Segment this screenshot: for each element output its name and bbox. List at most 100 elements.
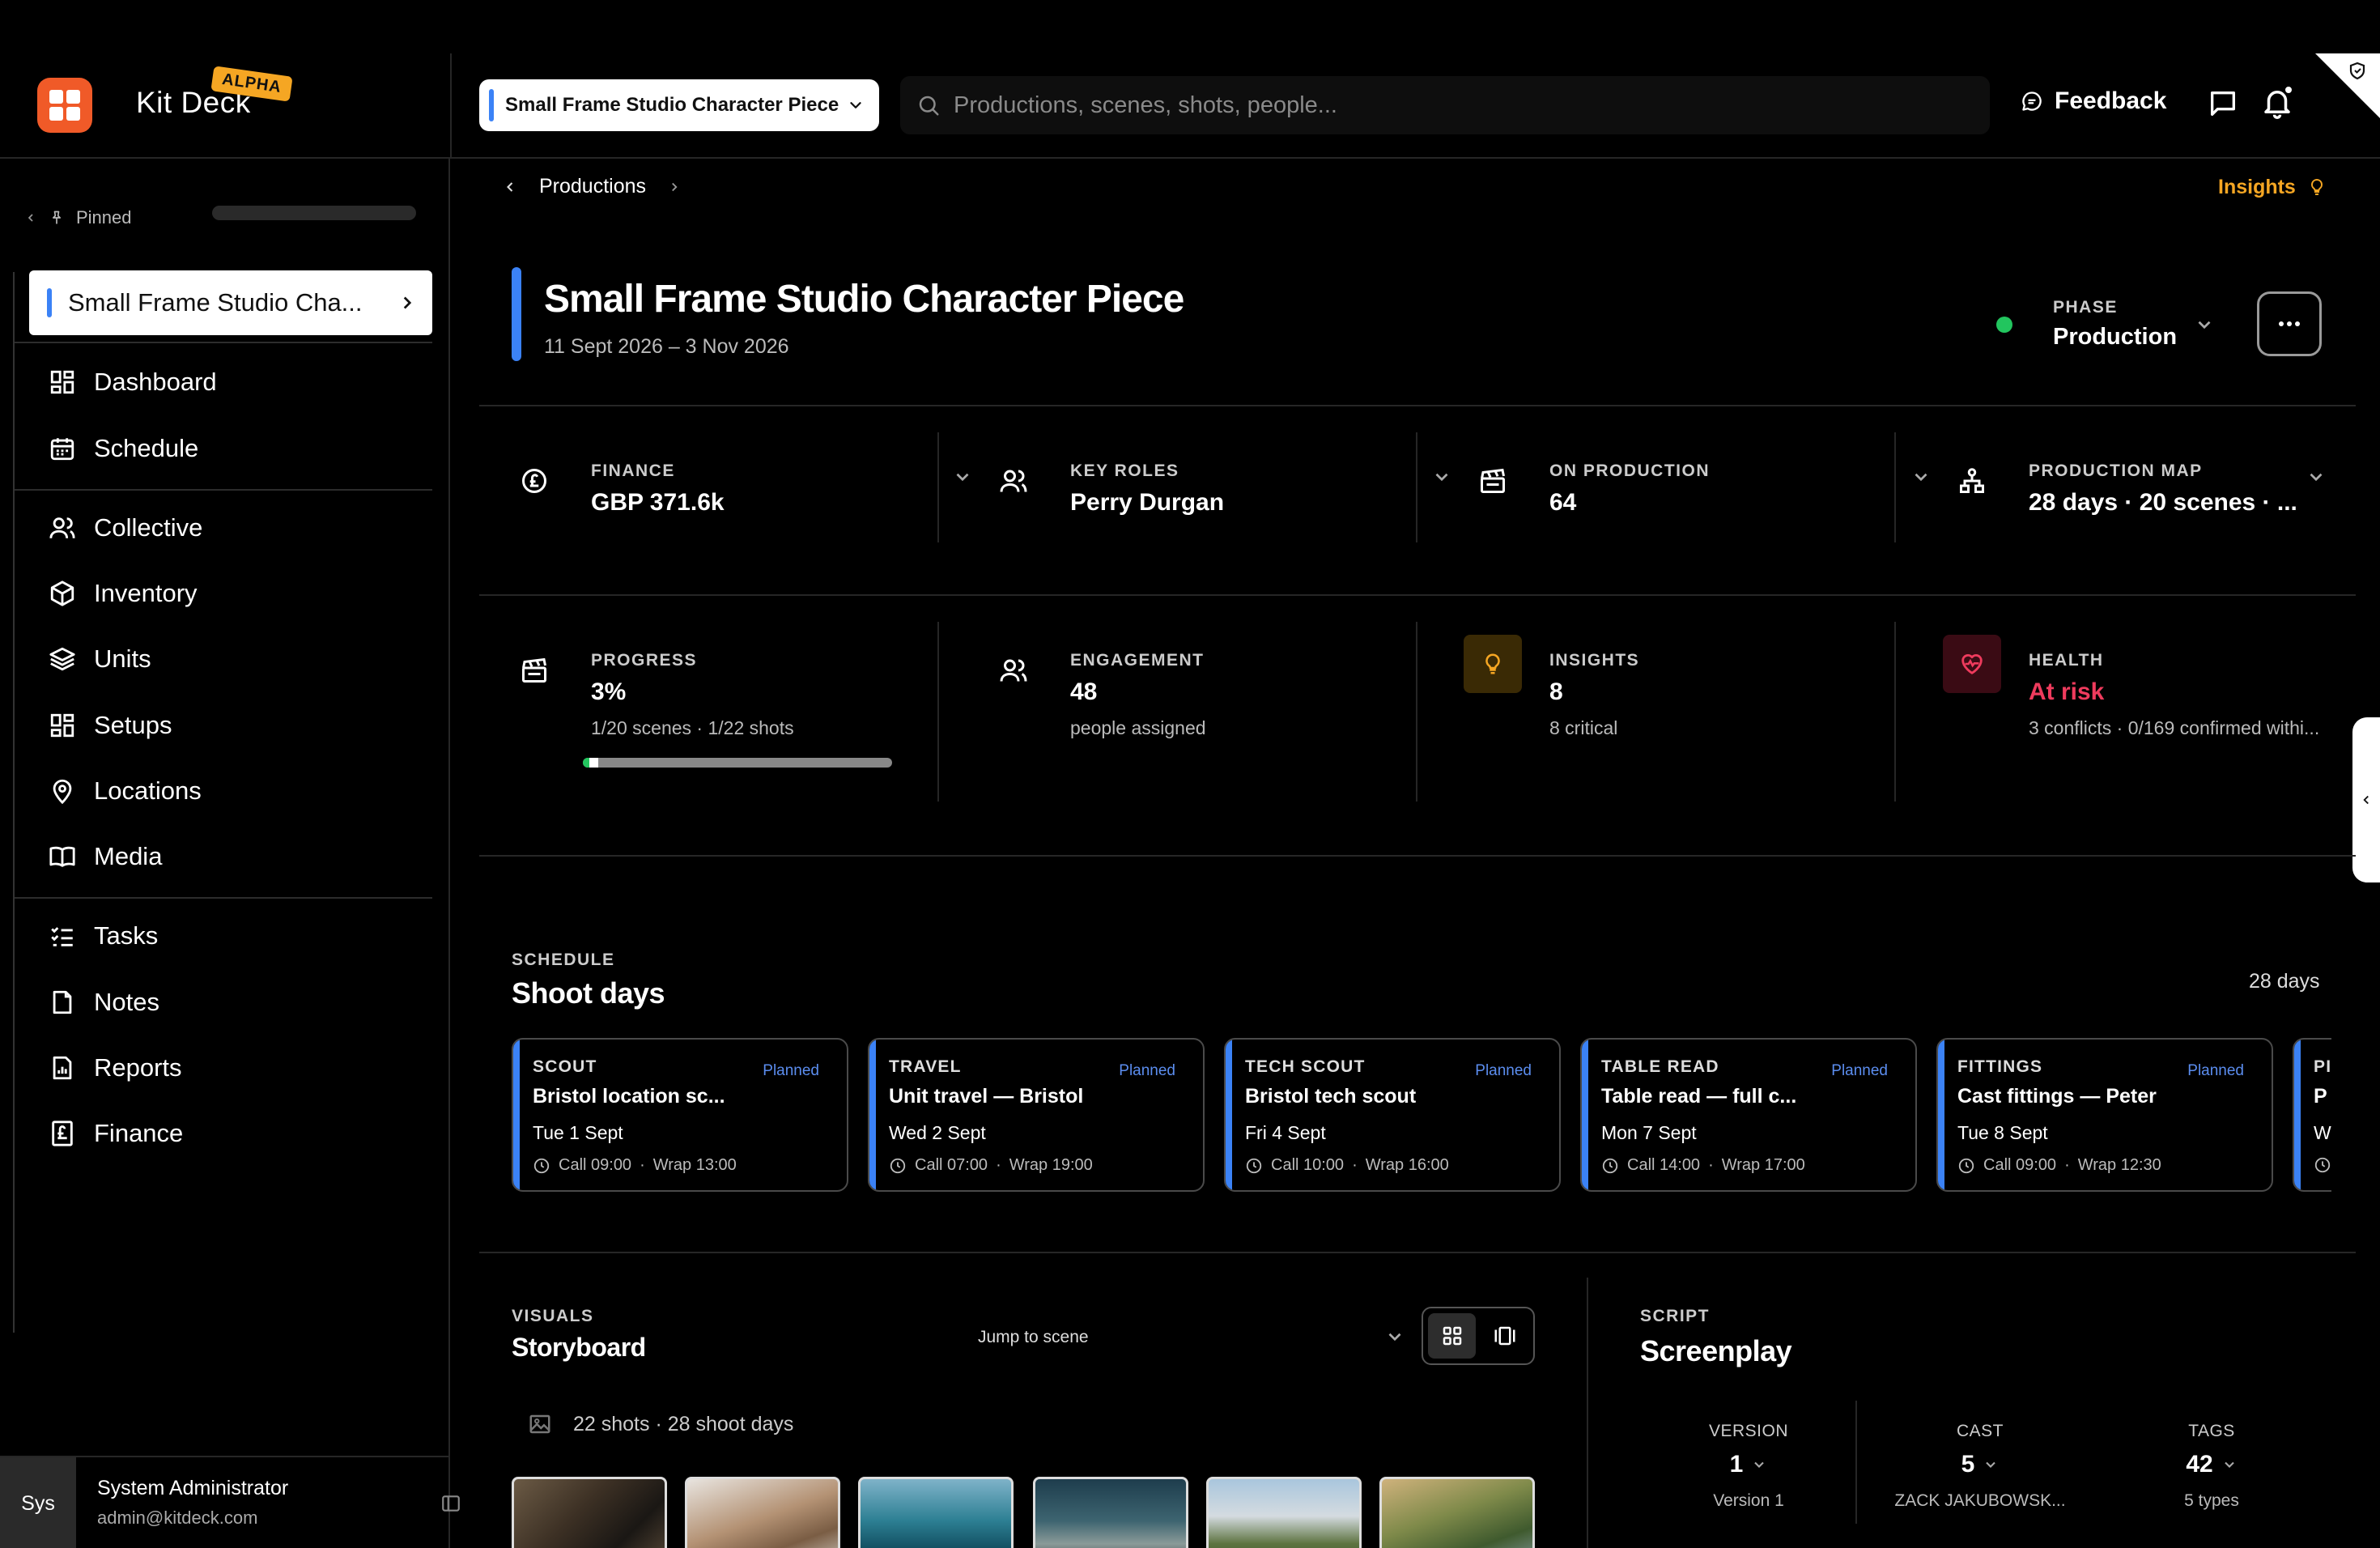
section-title: Screenplay (1640, 1334, 1792, 1367)
wrap-time: Wrap 17:00 (1721, 1156, 1805, 1174)
avatar[interactable]: Sys (0, 1457, 76, 1548)
dashboard-icon (50, 370, 74, 394)
expand-panel-tab[interactable] (2352, 717, 2380, 882)
chevron-down-icon[interactable] (1910, 466, 1932, 487)
search-input[interactable] (954, 91, 1974, 119)
sidebar-item-setups[interactable]: Setups (49, 711, 172, 740)
sidebar-item-label: Notes (94, 988, 159, 1016)
storyboard-thumbnail[interactable] (858, 1477, 1014, 1548)
script-version[interactable]: VERSION 1 Version 1 (1643, 1422, 1854, 1511)
sidebar-item-dashboard[interactable]: Dashboard (49, 368, 217, 397)
shoot-day-card[interactable]: FITTINGS Planned Cast fittings — Peter T… (1936, 1038, 2273, 1192)
security-corner-icon[interactable] (2315, 53, 2380, 118)
shoot-day-title: P (2314, 1085, 2327, 1108)
script-stat-sub: ZACK JAKUBOWSK... (1894, 1491, 2066, 1510)
stat-insights[interactable]: INSIGHTS 8 8 critical (1464, 619, 1932, 780)
sidebar-item-inventory[interactable]: Inventory (49, 579, 198, 608)
carousel-view-button[interactable] (1481, 1313, 1528, 1359)
stat-progress[interactable]: PROGRESS 3% 1/20 scenes · 1/22 shots (520, 619, 973, 780)
sidebar-item-label: Collective (94, 513, 203, 542)
shoot-day-card[interactable]: TRAVEL Planned Unit travel — Bristol Wed… (868, 1038, 1205, 1192)
project-color-bar (512, 267, 521, 361)
storyboard-meta: 22 shots · 28 shoot days (528, 1412, 793, 1436)
sidebar-item-finance[interactable]: Finance (49, 1119, 183, 1148)
more-actions-button[interactable] (2257, 291, 2322, 356)
loading-skeleton (212, 206, 416, 220)
pinned-header[interactable]: Pinned (24, 207, 132, 228)
sidebar-divider (15, 489, 432, 491)
storyboard-thumbnail[interactable] (1379, 1477, 1535, 1548)
shoot-day-card[interactable]: PI P W (2293, 1038, 2331, 1192)
insights-link[interactable]: Insights (2218, 175, 2327, 199)
user-footer[interactable]: Sys System Administrator admin@kitdeck.c… (0, 1456, 460, 1548)
storyboard-thumbnail[interactable] (685, 1477, 840, 1548)
clock-icon (1958, 1158, 1974, 1173)
stat-value: At risk (2029, 678, 2105, 705)
clock-icon (1602, 1158, 1618, 1173)
note-icon (53, 990, 72, 1014)
storyboard-thumbnail[interactable] (512, 1477, 667, 1548)
chevron-down-icon[interactable] (2194, 314, 2215, 335)
script-stat-label: TAGS (2188, 1422, 2235, 1440)
shoot-day-card[interactable]: TECH SCOUT Planned Bristol tech scout Fr… (1224, 1038, 1561, 1192)
shoot-day-date: Wed 2 Sept (889, 1122, 986, 1143)
chevron-down-icon[interactable] (952, 466, 973, 487)
jump-to-scene-select[interactable]: Jump to scene (978, 1328, 1089, 1347)
status-badge: Planned (1831, 1062, 1888, 1079)
shoot-day-card[interactable]: SCOUT Planned Bristol location sc... Tue… (512, 1038, 848, 1192)
shoot-day-title: Cast fittings — Peter (1957, 1085, 2157, 1108)
stat-engagement[interactable]: ENGAGEMENT 48 people assigned (999, 619, 1452, 780)
shoot-day-accent (1582, 1040, 1588, 1190)
collapse-sidebar-icon[interactable] (440, 1493, 461, 1514)
sidebar-divider (15, 897, 432, 899)
stat-on-production[interactable]: ON PRODUCTION 64 (1478, 429, 1932, 591)
app-logo-icon[interactable] (37, 78, 92, 133)
grid-view-button[interactable] (1428, 1313, 1476, 1359)
sidebar-item-label: Reports (94, 1053, 182, 1082)
stat-production-map[interactable]: PRODUCTION MAP 28 days · 20 scenes · ... (1957, 429, 2327, 591)
sidebar-item-notes[interactable]: Notes (49, 988, 159, 1017)
sidebar-item-schedule[interactable]: Schedule (49, 434, 198, 463)
shoot-day-card[interactable]: TABLE READ Planned Table read — full c..… (1580, 1038, 1917, 1192)
feedback-button[interactable]: Feedback (2021, 87, 2166, 115)
stat-key-roles[interactable]: KEY ROLES Perry Durgan (999, 429, 1452, 591)
sidebar-item-reports[interactable]: Reports (49, 1053, 182, 1082)
stat-value: Perry Durgan (1070, 489, 1225, 516)
report-icon (53, 1056, 72, 1080)
chevron-down-icon[interactable] (2306, 466, 2327, 487)
shoot-day-type: TECH SCOUT (1245, 1057, 1366, 1076)
sidebar-project-item[interactable]: Small Frame Studio Cha... (29, 270, 432, 335)
section-title: Shoot days (512, 976, 665, 1010)
chevron-down-icon[interactable] (1384, 1326, 1405, 1347)
sidebar-item-media[interactable]: Media (49, 842, 162, 871)
stat-finance[interactable]: FINANCE GBP 371.6k (520, 429, 973, 591)
script-stat-sub: Version 1 (1713, 1491, 1784, 1510)
layers-icon (49, 647, 75, 671)
messages-button[interactable] (2207, 87, 2239, 120)
sidebar-item-units[interactable]: Units (49, 644, 151, 674)
stat-health[interactable]: HEALTH At risk 3 conflicts · 0/169 confi… (1943, 619, 2330, 780)
stat-subtext: 3 conflicts · 0/169 confirmed withi... (2029, 717, 2320, 738)
clapper-icon (522, 657, 546, 683)
chevron-down-icon[interactable] (1431, 466, 1452, 487)
sidebar-item-locations[interactable]: Locations (49, 776, 202, 806)
script-tags[interactable]: TAGS 42 5 types (2106, 1422, 2317, 1511)
stat-subtext: 8 critical (1549, 717, 1618, 738)
back-chevron-icon[interactable] (502, 179, 518, 195)
sidebar-rail (13, 272, 15, 1333)
breadcrumb-productions[interactable]: Productions (539, 175, 646, 198)
phase-value[interactable]: Production (2053, 324, 2177, 351)
shoot-day-title: Bristol tech scout (1245, 1085, 1417, 1108)
call-time: Call 09:00 (559, 1156, 632, 1174)
shoot-day-times: Call 10:00 · Wrap 16:00 (1245, 1156, 1449, 1175)
script-cast[interactable]: CAST 5 ZACK JAKUBOWSK... (1875, 1422, 2085, 1511)
storyboard-thumbnail[interactable] (1033, 1477, 1188, 1548)
progress-bar-fill (583, 758, 589, 768)
storyboard-thumbnail[interactable] (1206, 1477, 1362, 1548)
shoot-day-accent (869, 1040, 876, 1190)
shoot-day-times: Call 09:00 · Wrap 13:00 (533, 1156, 737, 1175)
sidebar-item-tasks[interactable]: Tasks (49, 921, 158, 950)
sidebar-item-collective[interactable]: Collective (49, 513, 202, 542)
global-search[interactable] (900, 76, 1990, 134)
project-selector[interactable]: Small Frame Studio Character Piece (479, 79, 879, 131)
